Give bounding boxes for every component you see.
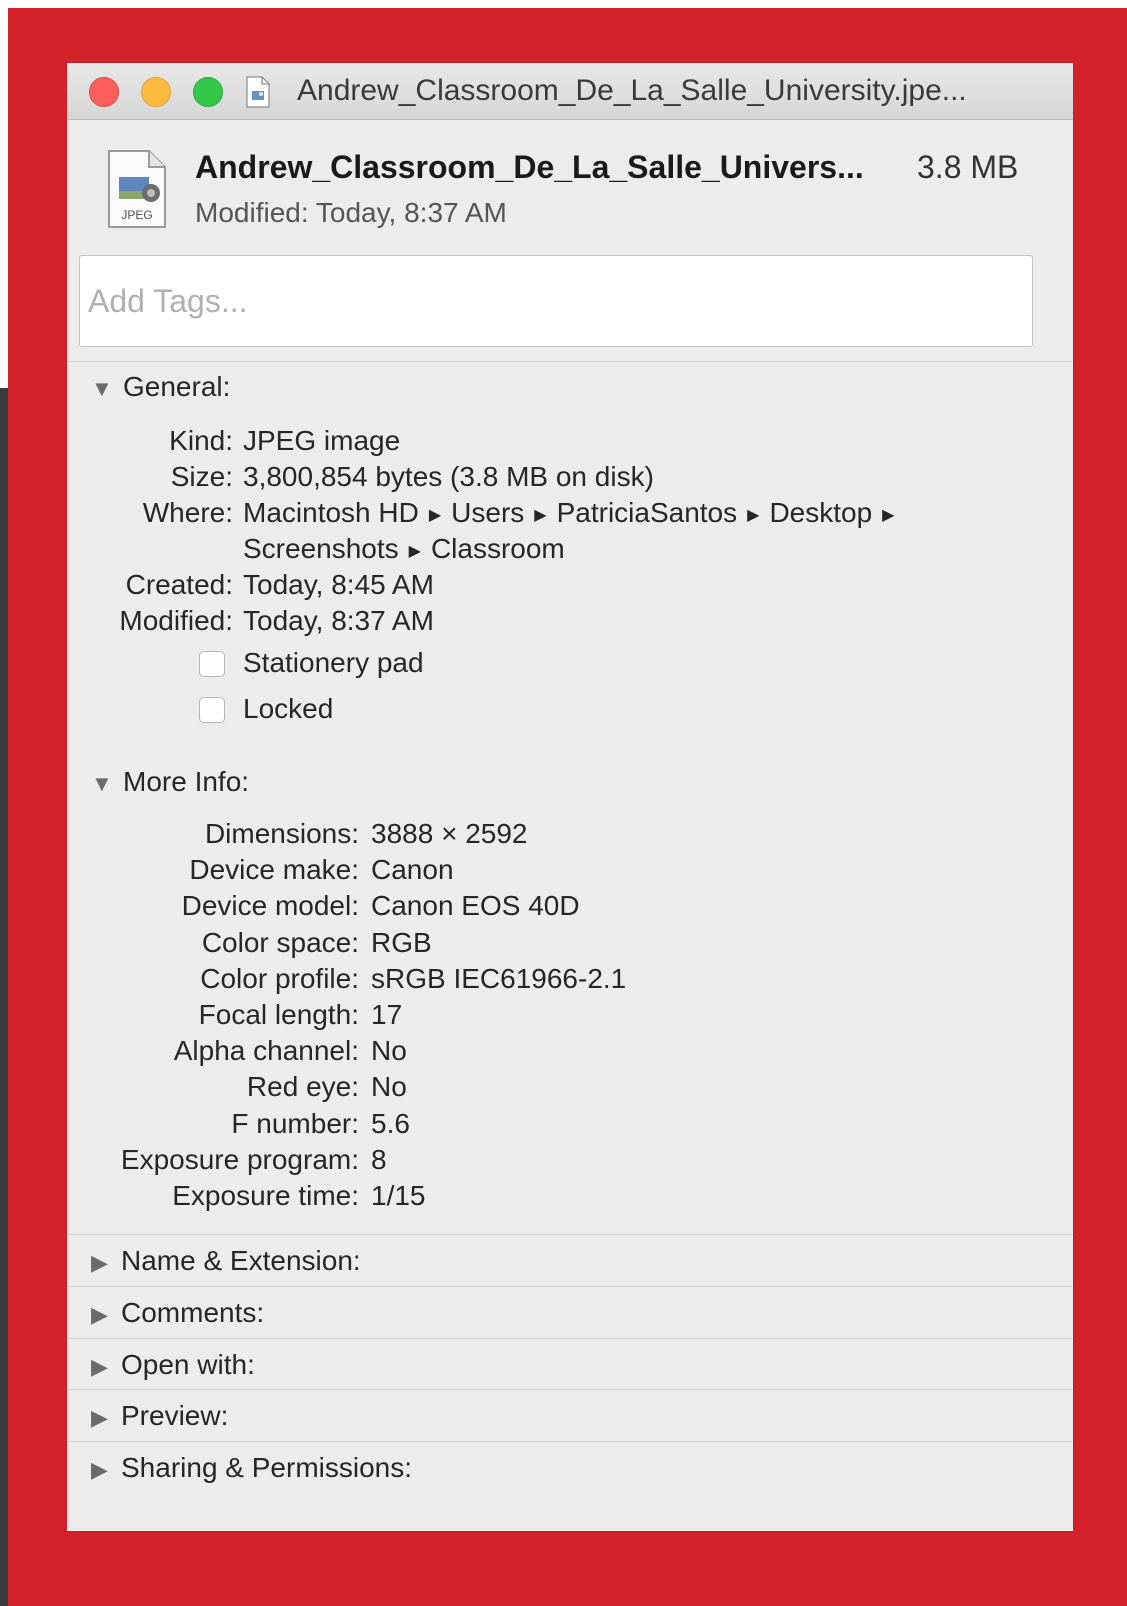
path-segment[interactable]: Users (451, 497, 524, 528)
section-title: Sharing & Permissions: (121, 1452, 413, 1484)
locked-checkbox[interactable] (199, 697, 225, 723)
disclosure-down-icon[interactable]: ▼ (91, 376, 113, 402)
section-header[interactable]: ▶ Open with: (91, 1349, 255, 1381)
more-info-label: Color space: (201, 926, 359, 958)
jpeg-file-icon: JPEG (108, 150, 166, 228)
more-info-value: 17 (371, 999, 403, 1030)
more-info-value: 3888 × 2592 (371, 818, 528, 849)
section-header[interactable]: ▶ Name & Extension: (91, 1245, 361, 1277)
collapsed-section[interactable]: ▶ Comments: (67, 1285, 1073, 1339)
tags-input[interactable] (79, 255, 1033, 347)
path-segment[interactable]: Classroom (431, 533, 565, 564)
more-info-value: Canon (371, 854, 454, 886)
path-segment[interactable]: Desktop (769, 497, 872, 528)
more-info-label: Device model: (181, 890, 359, 922)
section-general[interactable]: ▼ General: (91, 371, 230, 403)
general-value: Today, 8:37 AM (243, 605, 434, 636)
collapsed-section[interactable]: ▶ Sharing & Permissions: (67, 1441, 1073, 1495)
header-modified-value: Today, 8:37 AM (315, 197, 507, 228)
disclosure-right-icon[interactable]: ▶ (91, 1457, 113, 1483)
section-more-info[interactable]: ▼ More Info: (91, 766, 249, 798)
header-modified-label: Modified: (195, 197, 309, 228)
minimize-button[interactable] (141, 77, 171, 107)
section-header[interactable]: ▶ Comments: (91, 1297, 264, 1329)
more-info-label: Alpha channel: (173, 1035, 359, 1067)
file-name: Andrew_Classroom_De_La_Salle_Univers... (195, 149, 864, 185)
general-value: Today, 8:45 AM (243, 569, 434, 600)
divider (67, 361, 1073, 362)
path-arrow-icon: ▶ (534, 506, 547, 524)
path-arrow-icon: ▶ (747, 506, 760, 524)
more-info-value: RGB (371, 926, 432, 958)
more-info-value: 5.6 (371, 1107, 410, 1139)
more-info-value: No (371, 1071, 407, 1103)
more-info-value: 1/15 (371, 1180, 426, 1211)
section-more-info-title: More Info: (123, 766, 250, 797)
more-info-value: No (371, 1035, 407, 1067)
title-bar[interactable]: Andrew_Classroom_De_La_Salle_University.… (67, 63, 1073, 120)
section-title: Open with: (121, 1348, 255, 1380)
more-info-label: Exposure time: (172, 1180, 359, 1211)
disclosure-down-icon[interactable]: ▼ (91, 771, 113, 797)
more-info-panel: ▼ More Info: Dimensions: 3888 × 2592 Device… (75, 762, 1041, 1224)
disclosure-right-icon[interactable]: ▶ (91, 1302, 113, 1328)
more-info-label: F number: (231, 1107, 359, 1139)
section-header[interactable]: ▶ Sharing & Permissions: (91, 1452, 412, 1484)
document-icon (246, 76, 270, 108)
general-value: 3,800,854 bytes (3.8 MB on disk) (243, 461, 654, 492)
general-value: JPEG image (243, 425, 401, 456)
collapsed-section[interactable]: ▶ Name & Extension: (67, 1234, 1073, 1287)
general-label: Size: (170, 461, 233, 492)
collapsed-section[interactable]: ▶ Open with: (67, 1337, 1073, 1391)
section-title: Comments: (121, 1296, 265, 1328)
path-segment[interactable]: Macintosh HD (243, 497, 419, 528)
jpeg-icon-label: JPEG (121, 208, 152, 222)
more-info-value: 8 (371, 1143, 387, 1175)
backdrop-top (0, 0, 1127, 8)
more-info-label: Red eye: (246, 1071, 359, 1103)
general-label: Created: (125, 569, 233, 600)
more-info-value: sRGB IEC61966-2.1 (371, 962, 627, 994)
section-title: Name & Extension: (121, 1245, 361, 1276)
collapsed-section[interactable]: ▶ Preview: (67, 1389, 1073, 1443)
section-header[interactable]: ▶ Preview: (91, 1400, 228, 1432)
path-segment[interactable]: PatriciaSantos (557, 497, 738, 528)
disclosure-right-icon[interactable]: ▶ (91, 1250, 113, 1276)
stationery-pad-label: Stationery pad (243, 647, 424, 678)
locked-label: Locked (243, 693, 334, 724)
file-size: 3.8 MB (917, 149, 1019, 185)
general-label: Kind: (169, 425, 233, 456)
stationery-pad-checkbox[interactable] (199, 651, 225, 677)
section-general-title: General: (123, 371, 231, 402)
path-arrow-icon: ▶ (882, 506, 895, 524)
where-path-line-1: Macintosh HD ▶ Users ▶ PatriciaSantos ▶ Deskto… (243, 497, 904, 529)
more-info-label: Color profile: (200, 962, 359, 994)
header-modified: Modified: Today, 8:37 AM (195, 197, 507, 229)
disclosure-right-icon[interactable]: ▶ (91, 1405, 113, 1431)
more-info-label: Dimensions: (204, 818, 359, 849)
path-arrow-icon: ▶ (408, 542, 421, 560)
path-segment[interactable]: Screenshots (243, 533, 399, 564)
path-arrow-icon: ▶ (428, 506, 442, 524)
more-info-label: Device make: (189, 854, 359, 886)
where-path-line-2: Screenshots ▶ Classroom (243, 533, 565, 565)
general-label: Where: (142, 497, 233, 528)
close-button[interactable] (89, 77, 119, 107)
general-label: Modified: (119, 605, 233, 636)
window-title: Andrew_Classroom_De_La_Salle_University.… (297, 74, 967, 107)
zoom-button[interactable] (193, 77, 223, 107)
disclosure-right-icon[interactable]: ▶ (91, 1354, 113, 1380)
more-info-value: Canon EOS 40D (371, 890, 580, 922)
section-title: Preview: (121, 1400, 229, 1432)
more-info-label: Focal length: (198, 999, 359, 1030)
backdrop-window-edge (0, 388, 8, 1606)
more-info-label: Exposure program: (120, 1143, 359, 1175)
